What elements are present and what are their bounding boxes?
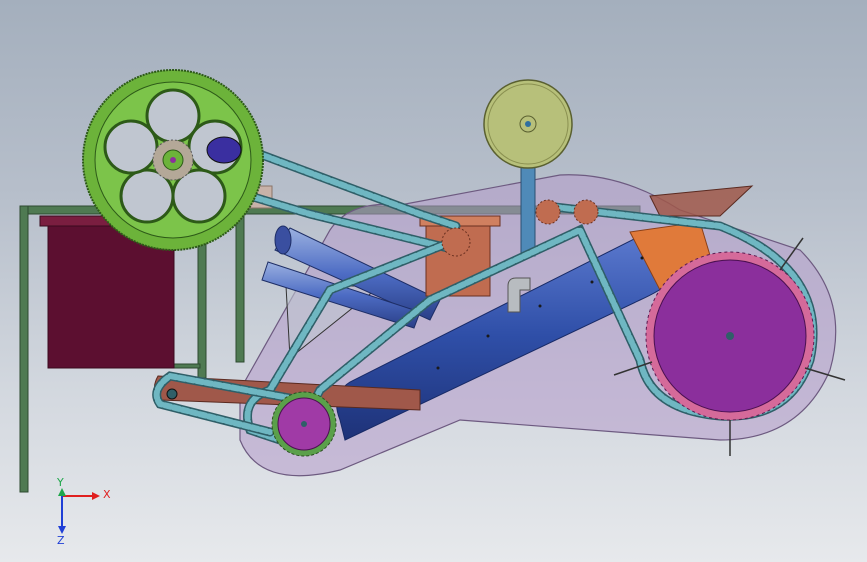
arm-pivot	[166, 388, 178, 400]
bolt	[590, 280, 594, 284]
cad-viewport[interactable]: X Y Z	[0, 0, 867, 562]
axis-x-label: X	[103, 488, 111, 501]
top-pulley	[483, 79, 573, 169]
bolt	[436, 366, 440, 370]
top-pulley-axle	[525, 121, 531, 127]
small-sprocket-hub	[301, 421, 307, 427]
axis-x-arrow	[92, 492, 100, 500]
axis-z-label: Z	[57, 534, 65, 547]
idler-sprocket-b	[535, 199, 561, 225]
axis-z-arrow	[58, 526, 66, 534]
drive-sprocket	[206, 136, 242, 164]
idler-sprocket-a	[441, 227, 471, 257]
frame-right-leg	[235, 211, 245, 363]
bolt	[538, 304, 542, 308]
axis-triad: X Y Z	[56, 476, 111, 547]
small-sprocket	[271, 391, 337, 457]
pulley-post	[520, 159, 536, 257]
idler-sprocket-c	[573, 199, 599, 225]
bolt	[640, 256, 644, 260]
tube-end-left	[274, 225, 292, 255]
axis-y-label: Y	[56, 476, 64, 489]
flywheel-hole-left	[103, 119, 159, 175]
top-right-plate	[649, 185, 754, 217]
frame-left-leg	[19, 205, 29, 493]
flywheel	[82, 69, 264, 251]
flywheel-axle	[170, 157, 176, 163]
axis-y-arrow	[58, 488, 66, 496]
big-sprocket-hub	[726, 332, 734, 340]
bolt	[486, 334, 490, 338]
